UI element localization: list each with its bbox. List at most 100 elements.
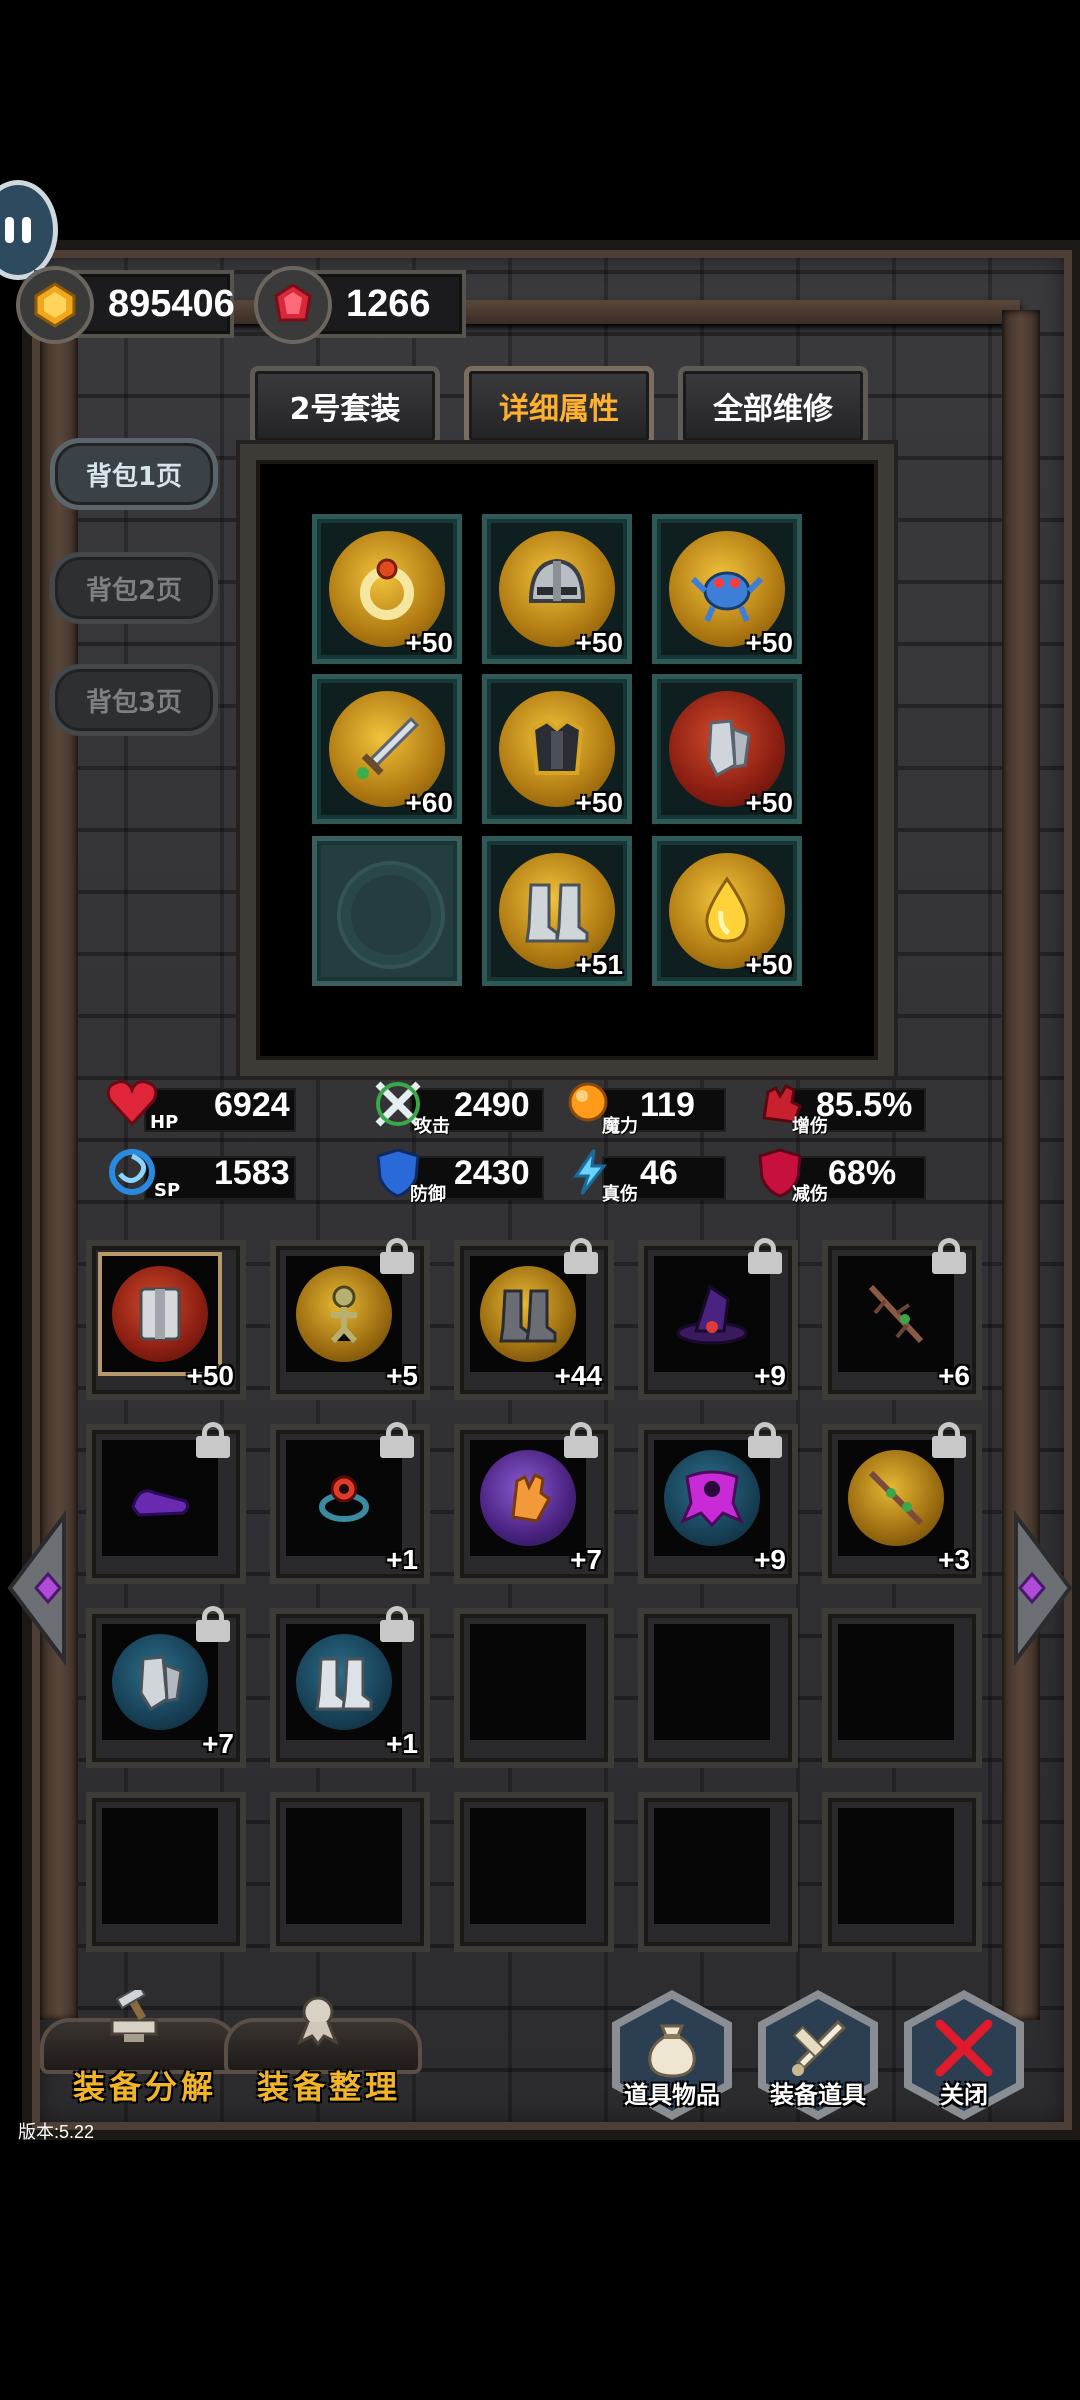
bag-page-2-button[interactable]: 背包2页: [50, 552, 218, 624]
inventory-slot-empty[interactable]: [454, 1792, 614, 1952]
item-level: +60: [405, 787, 454, 818]
pet-crab-icon: [687, 549, 767, 629]
close-button[interactable]: 关闭: [904, 1990, 1024, 2120]
iron-boots-icon: [480, 1266, 576, 1362]
equip-slot-empty[interactable]: [312, 836, 462, 986]
purple-slippers-icon: [112, 1450, 208, 1546]
slot-inner: [286, 1808, 402, 1924]
inventory-slot-empty[interactable]: [86, 1792, 246, 1952]
stat-value: 46: [640, 1154, 678, 1192]
inventory-slot[interactable]: [86, 1422, 246, 1584]
lock-icon: [748, 1422, 782, 1458]
ribbon-icon: [288, 1990, 348, 2059]
skeleton-icon: [296, 1266, 392, 1362]
item-level: +50: [405, 627, 454, 658]
equip-slot-weapon[interactable]: +60: [312, 674, 462, 824]
item-level: +6: [938, 1360, 970, 1391]
stat-label: 减伤: [792, 1184, 828, 1205]
item-level: +5: [386, 1360, 418, 1391]
inventory-slot-empty[interactable]: [822, 1608, 982, 1768]
inventory-slot[interactable]: +50: [86, 1240, 246, 1400]
gem-value: 1266: [346, 282, 431, 325]
stat-value: 68%: [828, 1154, 897, 1192]
stat-hp: 6924 HP: [104, 1080, 344, 1133]
stat-value: 1583: [214, 1154, 290, 1192]
gold-value: 895406: [108, 282, 235, 325]
organize-button[interactable]: 装备整理: [224, 1996, 422, 2106]
slot-inner: [470, 1624, 586, 1740]
lock-icon: [380, 1422, 414, 1458]
stat-label: 防御: [410, 1184, 446, 1205]
inventory-slot-empty[interactable]: [270, 1792, 430, 1952]
stat-damage-up: 85.5% 增伤: [752, 1084, 926, 1137]
thorn-branch-icon: [848, 1450, 944, 1546]
slot-inner: [470, 1808, 586, 1924]
items-label: 道具物品: [624, 2081, 720, 2109]
lock-icon: [196, 1606, 230, 1642]
red-gem-icon: [254, 266, 332, 344]
equip-slot-armor[interactable]: +50: [482, 674, 632, 824]
decompose-button[interactable]: 装备分解: [40, 1984, 238, 2106]
equip-slot-amulet[interactable]: +50: [652, 836, 802, 986]
anvil-hammer-icon: [104, 1984, 164, 2059]
prev-page-arrow[interactable]: [4, 1508, 70, 1668]
boots-icon: [517, 871, 597, 951]
close-label: 关闭: [940, 2081, 988, 2109]
stat-label: 增伤: [792, 1116, 828, 1137]
stat-value: 119: [640, 1086, 695, 1124]
inventory-slot[interactable]: +44: [454, 1238, 614, 1400]
slot-inner: [838, 1808, 954, 1924]
gauntlet-shield-icon: [112, 1266, 208, 1362]
inventory-slot[interactable]: +5: [270, 1238, 430, 1400]
equip-slot-pet[interactable]: +50: [652, 514, 802, 664]
item-level: +50: [745, 627, 794, 658]
item-level: +1: [386, 1544, 418, 1575]
tab-repair-all[interactable]: 全部维修: [678, 366, 868, 446]
tab-detailed-attributes[interactable]: 详细属性: [464, 366, 654, 446]
flame-glove-icon: [480, 1450, 576, 1546]
bag-page-1-button[interactable]: 背包1页: [50, 438, 218, 510]
equip-items-button[interactable]: 装备道具: [758, 1990, 878, 2120]
tab-set-2[interactable]: 2号套装: [250, 366, 440, 446]
item-level: +9: [754, 1360, 786, 1391]
inventory-slot-empty[interactable]: [638, 1792, 798, 1952]
branch-staff-icon: [848, 1266, 944, 1362]
inventory-slot-empty[interactable]: [454, 1608, 614, 1768]
inventory-slot[interactable]: +9: [638, 1238, 798, 1400]
item-level: +50: [186, 1360, 235, 1391]
inventory-slot-empty[interactable]: [638, 1608, 798, 1768]
equip-slot-ring[interactable]: +50: [312, 514, 462, 664]
equip-slot-helmet[interactable]: +50: [482, 514, 632, 664]
item-level: +7: [570, 1544, 602, 1575]
items-button[interactable]: 道具物品: [612, 1990, 732, 2120]
bag-page-3-button[interactable]: 背包3页: [50, 664, 218, 736]
gold-coin-icon: [16, 266, 94, 344]
equip-items-label: 装备道具: [770, 2081, 866, 2109]
item-level: +50: [745, 787, 794, 818]
equip-slot-gauntlet[interactable]: +50: [652, 674, 802, 824]
equip-slot-boots[interactable]: +51: [482, 836, 632, 986]
inventory-slot[interactable]: +1: [270, 1606, 430, 1768]
inventory-slot[interactable]: +1: [270, 1422, 430, 1584]
item-level: +9: [754, 1544, 786, 1575]
inventory-slot[interactable]: +3: [822, 1422, 982, 1584]
lock-icon: [564, 1422, 598, 1458]
stat-defense: 2430 防御: [370, 1148, 544, 1205]
inventory-slot-empty[interactable]: [822, 1792, 982, 1952]
chest-armor-icon: [517, 709, 597, 789]
pause-bar-left: [5, 217, 14, 243]
vortex-icon: [104, 1146, 160, 1202]
inventory-slot[interactable]: +6: [822, 1238, 982, 1400]
game-screen: 895406 1266 2号套装 详细属性 全部维修 背包1页 背包2页 背包3…: [0, 0, 1080, 2400]
inventory-slot[interactable]: +9: [638, 1422, 798, 1584]
lock-icon: [748, 1238, 782, 1274]
inventory-slot[interactable]: +7: [454, 1422, 614, 1584]
gauntlet-icon: [687, 709, 767, 789]
item-level: +1: [386, 1728, 418, 1759]
stat-label: HP: [150, 1112, 179, 1133]
stat-label: 攻击: [414, 1116, 450, 1137]
next-page-arrow[interactable]: [1010, 1508, 1076, 1668]
inventory-slot[interactable]: +7: [86, 1606, 246, 1768]
lock-icon: [196, 1422, 230, 1458]
stat-true-damage: 46 真伤: [562, 1149, 726, 1205]
